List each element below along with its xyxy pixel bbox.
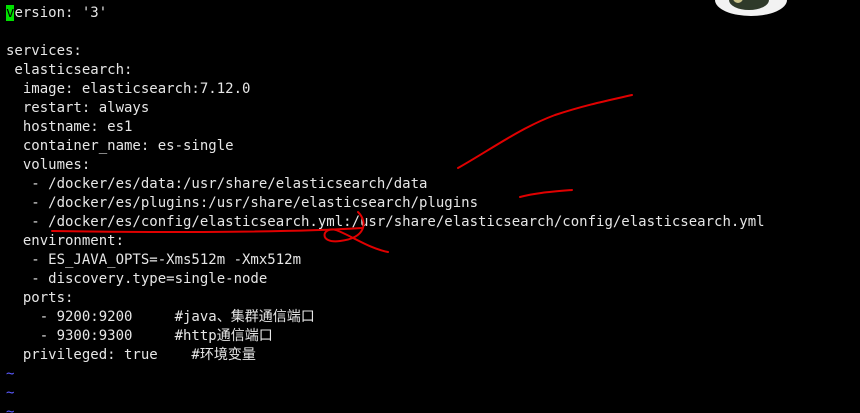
editor-line-1[interactable]: version: '3' xyxy=(6,4,765,23)
editor-buffer[interactable]: version: '3' services: elasticsearch: im… xyxy=(6,4,765,413)
editor-line-5[interactable]: image: elasticsearch:7.12.0 xyxy=(6,80,765,99)
corner-thumbnail-image xyxy=(715,0,787,16)
editor-line-17[interactable]: - 9200:9200 #java、集群通信端口 xyxy=(6,308,765,327)
editor-line-19[interactable]: privileged: true #环境变量 xyxy=(6,346,765,365)
editor-line-16[interactable]: ports: xyxy=(6,289,765,308)
line-text: environment: xyxy=(6,233,125,249)
editor-line-9[interactable]: volumes: xyxy=(6,156,765,175)
editor-line-13[interactable]: environment: xyxy=(6,232,765,251)
editor-line-10[interactable]: - /docker/es/data:/usr/share/elasticsear… xyxy=(6,175,765,194)
empty-line-marker: ~ xyxy=(6,404,15,413)
editor-line-15[interactable]: - discovery.type=single-node xyxy=(6,270,765,289)
line-text: - 9200:9200 #java、集群通信端口 xyxy=(6,309,315,325)
empty-line-marker: ~ xyxy=(6,385,15,401)
line-text: volumes: xyxy=(6,157,91,173)
line-text: restart: always xyxy=(6,100,150,116)
empty-line-marker: ~ xyxy=(6,366,15,382)
line-text: image: elasticsearch:7.12.0 xyxy=(6,81,251,97)
editor-line-2[interactable] xyxy=(6,23,765,42)
editor-line-12[interactable]: - /docker/es/config/elasticsearch.yml:/u… xyxy=(6,213,765,232)
terminal-window[interactable]: version: '3' services: elasticsearch: im… xyxy=(0,0,860,413)
line-text: ports: xyxy=(6,290,74,306)
editor-line-11[interactable]: - /docker/es/plugins:/usr/share/elastics… xyxy=(6,194,765,213)
line-text: hostname: es1 xyxy=(6,119,133,135)
line-text: - 9300:9300 #http通信端口 xyxy=(6,328,273,344)
line-text: - discovery.type=single-node xyxy=(6,271,268,287)
editor-line-8[interactable]: container_name: es-single xyxy=(6,137,765,156)
line-text: - ES_JAVA_OPTS=-Xms512m -Xmx512m xyxy=(6,252,302,268)
editor-line-4[interactable]: elasticsearch: xyxy=(6,61,765,80)
editor-line-14[interactable]: - ES_JAVA_OPTS=-Xms512m -Xmx512m xyxy=(6,251,765,270)
line-text: - /docker/es/data:/usr/share/elasticsear… xyxy=(6,176,428,192)
editor-line-3[interactable]: services: xyxy=(6,42,765,61)
line-text: container_name: es-single xyxy=(6,138,234,154)
line-text: privileged: true #环境变量 xyxy=(6,347,256,363)
line-text: elasticsearch: xyxy=(6,62,133,78)
line-text: services: xyxy=(6,43,82,59)
editor-line-18[interactable]: - 9300:9300 #http通信端口 xyxy=(6,327,765,346)
editor-line-7[interactable]: hostname: es1 xyxy=(6,118,765,137)
editor-line-6[interactable]: restart: always xyxy=(6,99,765,118)
line-text: - /docker/es/config/elasticsearch.yml:/u… xyxy=(6,214,765,230)
line-text: - /docker/es/plugins:/usr/share/elastics… xyxy=(6,195,479,211)
line-text: ersion: '3' xyxy=(14,5,108,21)
